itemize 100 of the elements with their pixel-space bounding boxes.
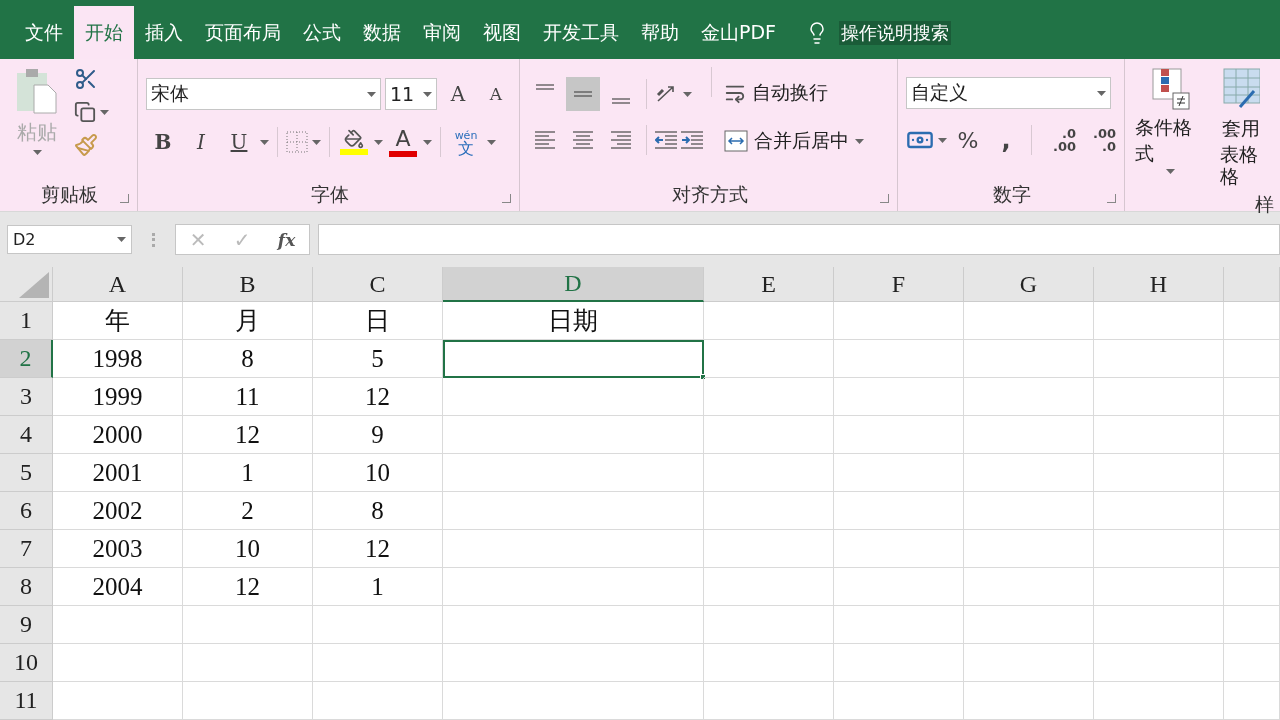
row-header[interactable]: 5	[0, 454, 53, 492]
table-cell[interactable]	[964, 378, 1094, 416]
caret-icon[interactable]	[938, 137, 947, 143]
table-cell[interactable]	[834, 340, 964, 378]
scissors-icon[interactable]	[74, 67, 98, 91]
table-cell[interactable]: 年	[53, 302, 183, 340]
table-cell[interactable]: 2002	[53, 492, 183, 530]
table-cell[interactable]: 日期	[443, 302, 704, 340]
table-cell[interactable]	[1224, 492, 1280, 530]
decrease-indent-icon[interactable]	[655, 130, 677, 150]
table-cell[interactable]: 月	[183, 302, 313, 340]
ribbon-tab[interactable]: 帮助	[630, 6, 690, 59]
caret-icon[interactable]	[100, 109, 109, 115]
table-cell[interactable]	[1094, 416, 1224, 454]
table-cell[interactable]	[704, 492, 834, 530]
table-cell[interactable]: 11	[183, 378, 313, 416]
merge-center-button[interactable]: 合并后居中	[720, 123, 868, 159]
caret-icon[interactable]	[423, 139, 432, 145]
table-cell[interactable]	[964, 302, 1094, 340]
vertical-align-button[interactable]	[566, 77, 600, 111]
table-cell[interactable]	[1224, 454, 1280, 492]
table-cell[interactable]	[964, 682, 1094, 720]
row-header[interactable]: 6	[0, 492, 53, 530]
grow-font-button[interactable]: A	[441, 77, 475, 111]
table-cell[interactable]	[443, 416, 704, 454]
column-header[interactable]: F	[834, 267, 964, 302]
caret-icon[interactable]	[367, 91, 376, 97]
caret-icon[interactable]	[117, 237, 126, 242]
name-box[interactable]: D2	[7, 225, 132, 254]
ribbon-tab[interactable]: 视图	[472, 6, 532, 59]
table-cell[interactable]	[834, 606, 964, 644]
table-cell[interactable]: 日	[313, 302, 443, 340]
row-header[interactable]: 11	[0, 682, 53, 720]
phonetic-character[interactable]: 文	[458, 142, 474, 155]
table-cell[interactable]: 1999	[53, 378, 183, 416]
clipboard-icon[interactable]	[14, 67, 60, 115]
table-cell[interactable]: 12	[183, 416, 313, 454]
row-header[interactable]: 1	[0, 302, 53, 340]
table-cell[interactable]	[53, 644, 183, 682]
column-header[interactable]: D	[443, 267, 704, 302]
font-name-field[interactable]: 宋体	[146, 78, 381, 110]
row-header[interactable]: 4	[0, 416, 53, 454]
table-cell[interactable]: 2	[183, 492, 313, 530]
table-cell[interactable]	[1224, 530, 1280, 568]
ribbon-tab[interactable]: 插入	[134, 6, 194, 59]
table-cell[interactable]	[1224, 606, 1280, 644]
table-cell[interactable]	[443, 682, 704, 720]
launcher-icon[interactable]	[502, 194, 511, 203]
table-cell[interactable]	[1224, 302, 1280, 340]
table-cell[interactable]	[1094, 682, 1224, 720]
ribbon-tab[interactable]: 审阅	[412, 6, 472, 59]
table-cell[interactable]	[704, 378, 834, 416]
column-header[interactable]: H	[1094, 267, 1224, 302]
table-cell[interactable]: 2000	[53, 416, 183, 454]
row-header[interactable]: 9	[0, 606, 53, 644]
launcher-icon[interactable]	[120, 194, 129, 203]
active-cell[interactable]	[443, 340, 704, 378]
table-cell[interactable]	[964, 416, 1094, 454]
table-cell[interactable]	[834, 644, 964, 682]
table-cell[interactable]	[313, 644, 443, 682]
table-cell[interactable]: 2003	[53, 530, 183, 568]
caret-icon[interactable]	[855, 138, 864, 144]
table-cell[interactable]: 1	[183, 454, 313, 492]
number-format-field[interactable]: 自定义	[906, 77, 1111, 109]
font-size-field[interactable]: 11	[385, 78, 437, 110]
table-cell[interactable]	[443, 454, 704, 492]
table-cell[interactable]	[964, 340, 1094, 378]
table-cell[interactable]	[1094, 492, 1224, 530]
select-all-button[interactable]	[0, 267, 53, 302]
caret-icon[interactable]	[1097, 90, 1106, 96]
formula-field[interactable]	[318, 224, 1280, 255]
caret-icon[interactable]	[683, 91, 692, 97]
table-cell[interactable]	[834, 568, 964, 606]
table-cell[interactable]	[704, 302, 834, 340]
ribbon-tab[interactable]: 文件	[14, 6, 74, 59]
table-cell[interactable]	[964, 530, 1094, 568]
ribbon-tab[interactable]: 金山PDF	[690, 6, 788, 59]
paintbrush-icon[interactable]	[74, 133, 98, 157]
table-cell[interactable]	[1224, 416, 1280, 454]
table-cell[interactable]	[1094, 644, 1224, 682]
table-cell[interactable]: 2001	[53, 454, 183, 492]
table-cell[interactable]	[443, 378, 704, 416]
increase-indent-icon[interactable]	[681, 130, 703, 150]
table-cell[interactable]: 10	[183, 530, 313, 568]
table-cell[interactable]: 12	[183, 568, 313, 606]
table-cell[interactable]	[183, 682, 313, 720]
table-cell[interactable]	[313, 682, 443, 720]
table-cell[interactable]	[313, 606, 443, 644]
column-header[interactable]: C	[313, 267, 443, 302]
table-cell[interactable]	[53, 682, 183, 720]
launcher-icon[interactable]	[880, 194, 889, 203]
table-cell[interactable]: 1998	[53, 340, 183, 378]
ribbon-tab[interactable]: 数据	[352, 6, 412, 59]
ribbon-tab[interactable]: 页面布局	[194, 6, 292, 59]
table-cell[interactable]: 5	[313, 340, 443, 378]
table-cell[interactable]	[704, 606, 834, 644]
table-cell[interactable]	[1224, 568, 1280, 606]
table-cell[interactable]	[964, 644, 1094, 682]
table-cell[interactable]	[1094, 302, 1224, 340]
caret-icon[interactable]	[423, 91, 432, 97]
